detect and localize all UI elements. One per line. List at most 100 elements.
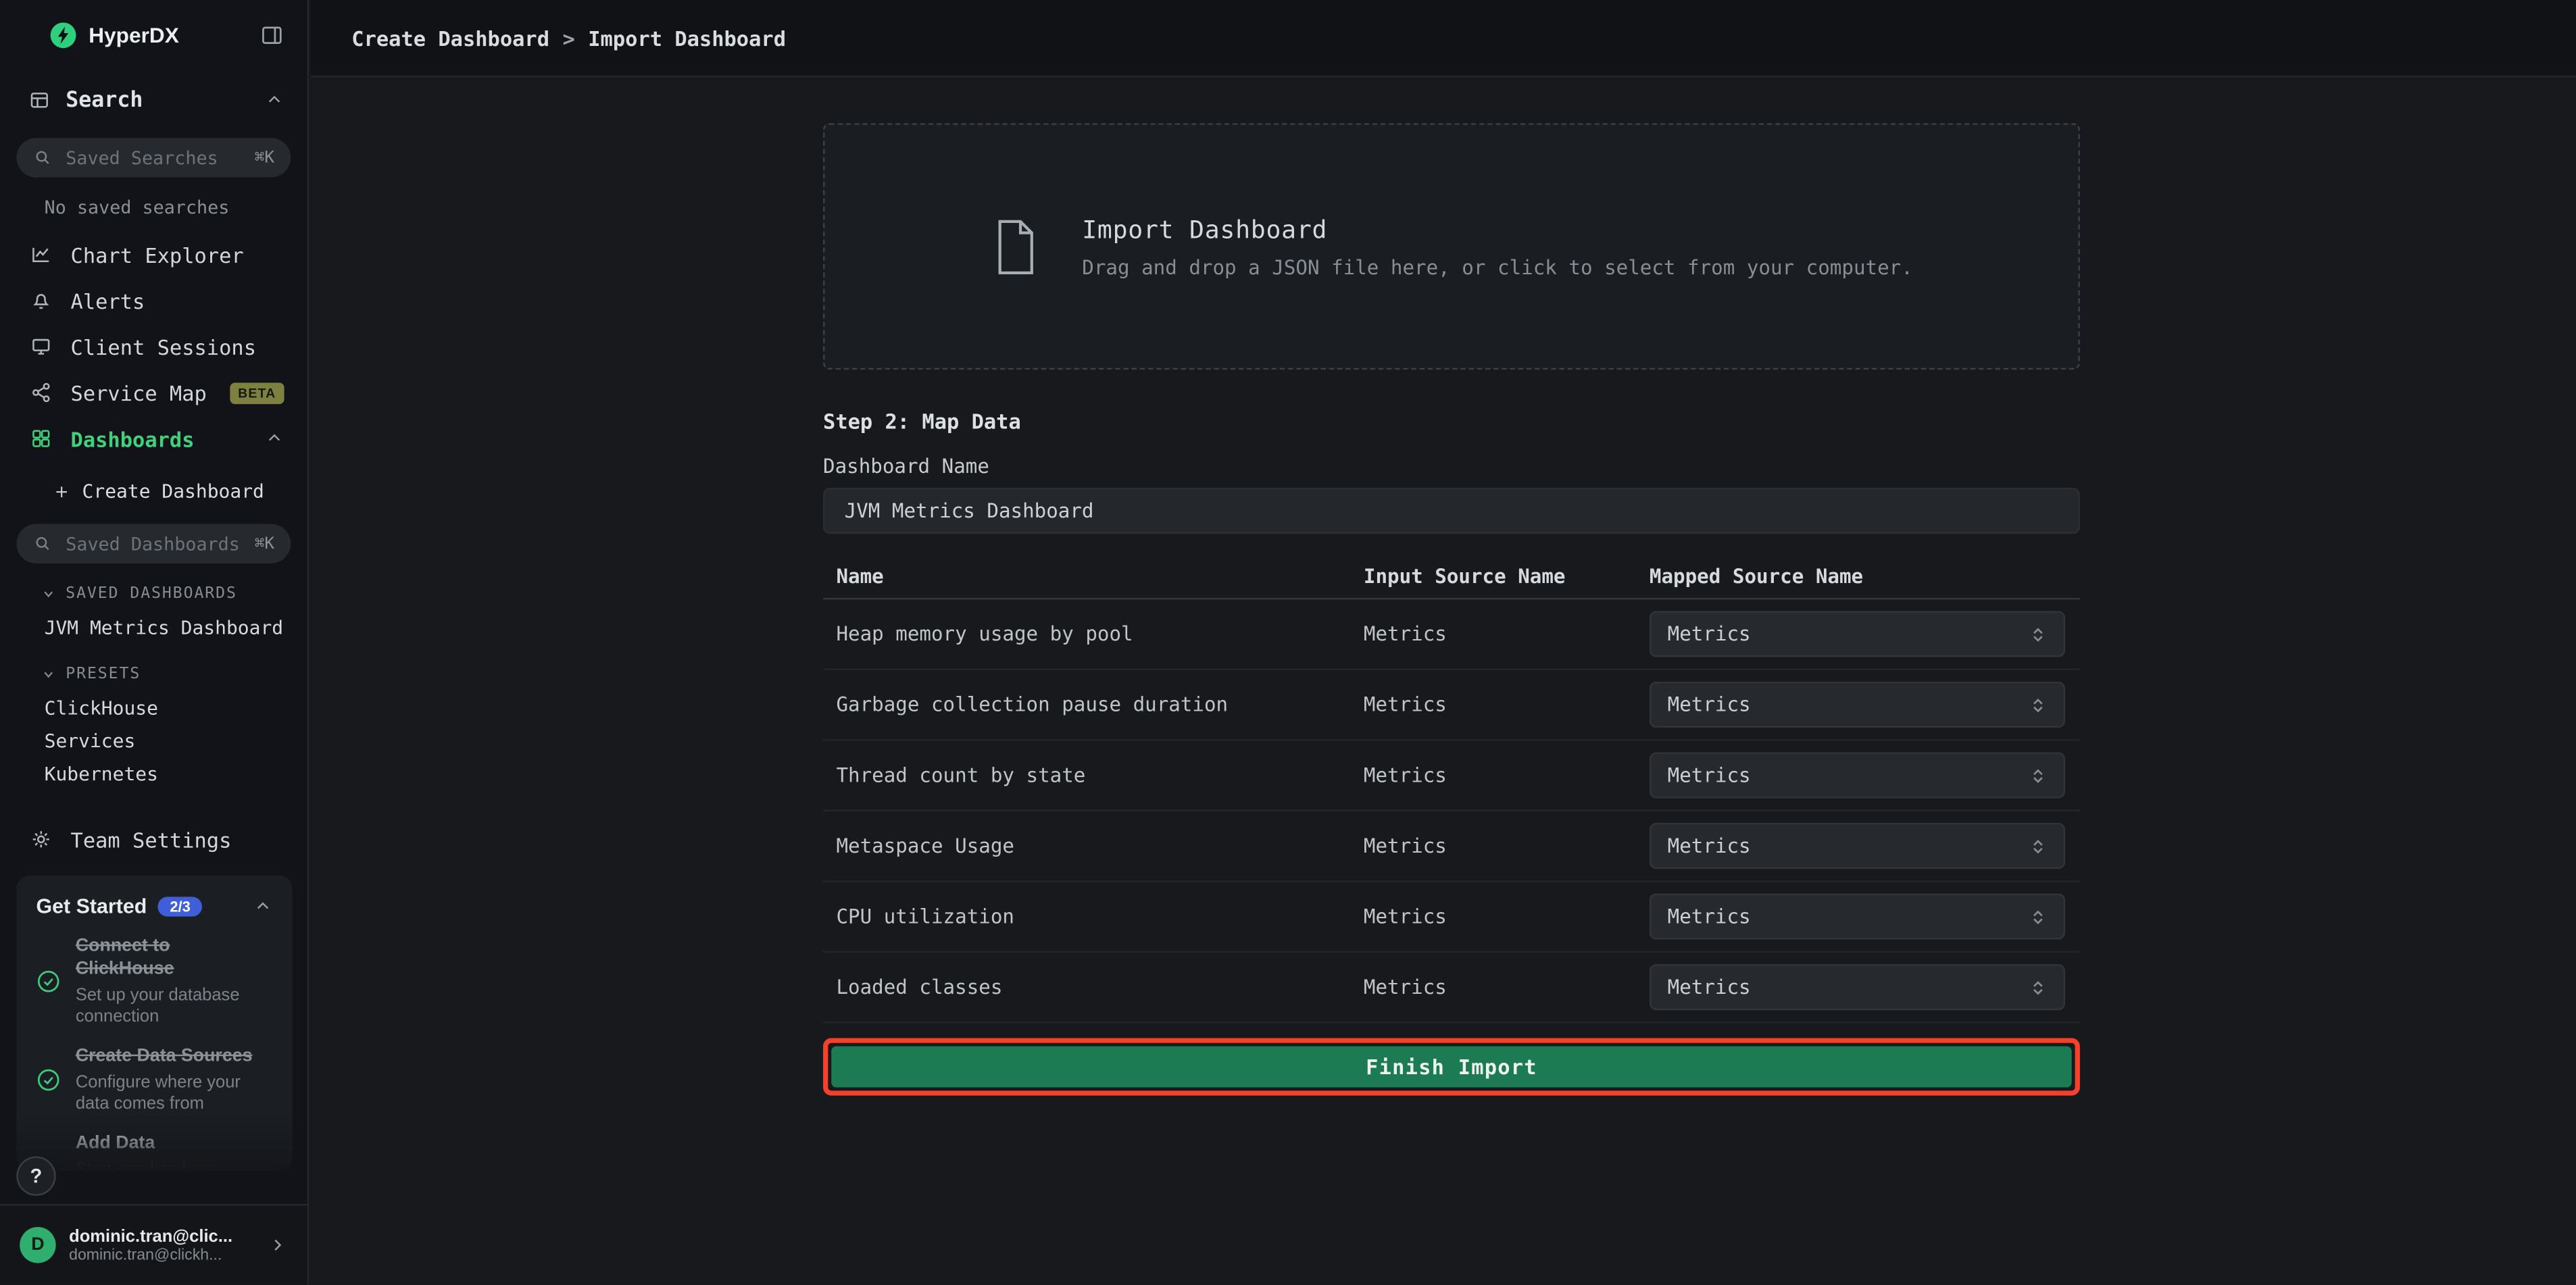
saved-dashboards-search[interactable]: ⌘K (16, 524, 291, 563)
select-value: Metrics (1668, 976, 1751, 999)
row-name: Thread count by state (823, 764, 1364, 787)
search-icon (33, 534, 53, 553)
chevron-updown-icon (2029, 696, 2048, 714)
table-row: Loaded classes Metrics Metrics (823, 953, 2080, 1024)
breadcrumb-separator: > (562, 26, 574, 50)
sidebar: HyperDX Search ⌘K No saved searches (0, 0, 309, 1284)
mapped-source-select[interactable]: Metrics (1650, 823, 2065, 869)
step-title: Step 2: Map Data (823, 409, 2080, 433)
mapped-source-select[interactable]: Metrics (1650, 964, 2065, 1010)
chevron-up-icon[interactable] (264, 429, 284, 449)
help-button[interactable]: ? (16, 1157, 55, 1196)
saved-dashboard-item[interactable]: JVM Metrics Dashboard (0, 611, 307, 644)
preset-item-clickhouse[interactable]: ClickHouse (0, 692, 307, 725)
chevron-down-icon (41, 586, 56, 601)
create-dashboard-button[interactable]: Create Dashboard (0, 470, 307, 512)
section-presets[interactable]: PRESETS (41, 665, 307, 684)
row-name: Heap memory usage by pool (823, 622, 1364, 645)
shortcut-badge: ⌘K (255, 534, 274, 553)
nav-label: Service Map (71, 380, 207, 405)
bell-icon (30, 289, 53, 312)
hyperdx-logo-icon (49, 20, 77, 48)
nav-label: Alerts (71, 288, 145, 313)
row-input-source: Metrics (1364, 693, 1650, 716)
sidebar-item-dashboards[interactable]: Dashboards (0, 415, 307, 461)
main-area: Create Dashboard > Import Dashboard Impo… (310, 0, 2576, 1285)
mapped-source-select[interactable]: Metrics (1650, 894, 2065, 940)
table-header: Name Input Source Name Mapped Source Nam… (823, 555, 2080, 600)
collapse-sidebar-icon[interactable] (259, 22, 284, 47)
table-row: Metaspace Usage Metrics Metrics (823, 811, 2080, 882)
user-texts: dominic.tran@clic... dominic.tran@clickh… (69, 1226, 232, 1264)
dropzone-subtitle: Drag and drop a JSON file here, or click… (1082, 255, 1913, 278)
get-started-item-subtitle: Configure where your data comes from (76, 1072, 273, 1115)
chevron-up-icon[interactable] (264, 91, 284, 110)
row-name: Loaded classes (823, 976, 1364, 999)
check-circle-icon (36, 1068, 60, 1092)
select-value: Metrics (1668, 622, 1751, 645)
sidebar-item-client-sessions[interactable]: Client Sessions (0, 324, 307, 370)
chevron-updown-icon (2029, 978, 2048, 997)
get-started-header: Get Started 2/3 (36, 895, 272, 918)
shortcut-badge: ⌘K (255, 149, 274, 167)
mapped-source-select[interactable]: Metrics (1650, 611, 2065, 657)
chevron-right-icon (268, 1235, 287, 1255)
sidebar-item-alerts[interactable]: Alerts (0, 278, 307, 324)
user-menu[interactable]: D dominic.tran@clic... dominic.tran@clic… (0, 1204, 307, 1284)
table-row: Thread count by state Metrics Metrics (823, 740, 2080, 811)
sidebar-item-team-settings[interactable]: Team Settings (0, 816, 307, 862)
preset-item-kubernetes[interactable]: Kubernetes (0, 757, 307, 790)
topbar: Create Dashboard > Import Dashboard (310, 0, 2576, 77)
click-highlight-box: Finish Import (823, 1038, 2080, 1096)
get-started-item-title: Connect to ClickHouse (76, 936, 273, 982)
mapped-source-select[interactable]: Metrics (1650, 682, 2065, 728)
table-row: CPU utilization Metrics Metrics (823, 882, 2080, 953)
row-name: CPU utilization (823, 905, 1364, 928)
breadcrumb-import-dashboard[interactable]: Import Dashboard (588, 26, 786, 50)
get-started-item-connect[interactable]: Connect to ClickHouse Set up your databa… (36, 936, 272, 1028)
sidebar-section-search[interactable]: Search (0, 76, 307, 125)
chevron-up-icon[interactable] (253, 897, 272, 916)
get-started-item-add-data[interactable]: Add Data Start sending logs, metrics, or… (36, 1133, 272, 1171)
dashboards-grid-icon (30, 427, 53, 450)
user-email: dominic.tran@clickh... (69, 1246, 232, 1264)
chevron-down-icon (41, 667, 56, 682)
row-input-source: Metrics (1364, 976, 1650, 999)
chevron-updown-icon (2029, 766, 2048, 784)
logo-row: HyperDX (0, 0, 307, 69)
saved-searches-input[interactable] (62, 145, 245, 170)
section-saved-dashboards[interactable]: SAVED DASHBOARDS (41, 585, 307, 603)
column-header-input-source: Input Source Name (1364, 565, 1650, 588)
get-started-item-sources[interactable]: Create Data Sources Configure where your… (36, 1046, 272, 1115)
dropzone-texts: Import Dashboard Drag and drop a JSON fi… (1082, 214, 1913, 278)
row-name: Garbage collection pause duration (823, 693, 1364, 716)
row-input-source: Metrics (1364, 764, 1650, 787)
row-input-source: Metrics (1364, 834, 1650, 857)
get-started-title: Get Started (36, 895, 147, 918)
saved-searches-search[interactable]: ⌘K (16, 138, 291, 177)
avatar: D (20, 1227, 55, 1263)
service-map-icon (30, 381, 53, 404)
finish-import-button[interactable]: Finish Import (831, 1047, 2072, 1088)
dashboard-name-input[interactable] (823, 488, 2080, 534)
monitor-icon (30, 335, 53, 358)
check-circle-icon (36, 969, 60, 994)
get-started-item-subtitle: Set up your database connection (76, 985, 273, 1028)
mapped-source-select[interactable]: Metrics (1650, 752, 2065, 798)
preset-item-services[interactable]: Services (0, 724, 307, 757)
dashboard-name-label: Dashboard Name (823, 455, 2080, 478)
dropzone-title: Import Dashboard (1082, 214, 1913, 244)
breadcrumb-create-dashboard[interactable]: Create Dashboard (351, 26, 549, 50)
saved-dashboards-input[interactable] (62, 531, 245, 555)
get-started-item-title: Add Data (76, 1133, 239, 1155)
get-started-item-texts: Create Data Sources Configure where your… (76, 1046, 273, 1115)
sidebar-item-service-map[interactable]: Service Map BETA (0, 370, 307, 415)
chevron-updown-icon (2029, 625, 2048, 643)
nav-label: Team Settings (71, 827, 232, 851)
row-name: Metaspace Usage (823, 834, 1364, 857)
table-row: Garbage collection pause duration Metric… (823, 670, 2080, 741)
select-value: Metrics (1668, 905, 1751, 928)
search-section-label: Search (66, 88, 143, 112)
sidebar-item-chart-explorer[interactable]: Chart Explorer (0, 232, 307, 278)
import-dropzone[interactable]: Import Dashboard Drag and drop a JSON fi… (823, 123, 2080, 370)
